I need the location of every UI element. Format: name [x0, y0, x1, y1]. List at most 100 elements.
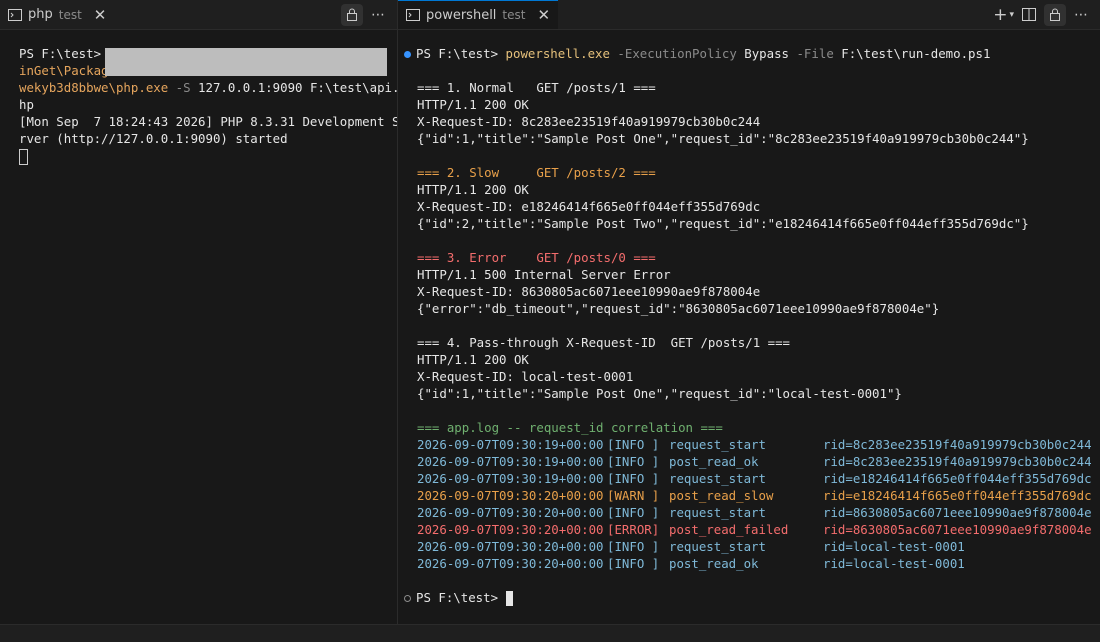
prompt-text: PS F:\test>: [416, 590, 506, 605]
log-rid: rid=local-test-0001: [823, 556, 965, 571]
status-bar: [0, 624, 1100, 642]
terminal-tabbar-left: php test ✕ ⋯: [0, 0, 397, 30]
http-status: HTTP/1.1 200 OK: [417, 97, 529, 112]
log-event: post_read_failed: [669, 522, 789, 537]
right-toolbar: + ▾ ⋯: [993, 0, 1088, 29]
command-exe-text: powershell.exe: [505, 46, 610, 61]
more-icon[interactable]: ⋯: [1074, 7, 1088, 23]
terminal-tabbar-right: powershell test ✕ + ▾ ⋯: [398, 0, 1100, 30]
log-timestamp: 2026-09-07T09:30:20+00:00: [417, 556, 604, 571]
add-icon[interactable]: +: [993, 5, 1007, 25]
terminal-line: PS F:\test>: [404, 589, 1100, 606]
log-level: [INFO ]: [607, 471, 660, 486]
log-timestamp: 2026-09-07T09:30:20+00:00: [417, 539, 604, 554]
response-body: {"error":"db_timeout","request_id":"8630…: [417, 301, 940, 316]
split-icon[interactable]: [1022, 8, 1036, 21]
lock-icon[interactable]: [1044, 3, 1066, 26]
request-id-header: X-Request-ID: 8630805ac6071eee10990ae9f8…: [417, 284, 761, 299]
response-body: {"id":1,"title":"Sample Post One","reque…: [417, 131, 1029, 146]
tab-powershell[interactable]: powershell test ✕: [398, 0, 559, 29]
command-flag-text: -ExecutionPolicy: [609, 46, 737, 61]
log-timestamp: 2026-09-07T09:30:19+00:00: [417, 437, 604, 452]
redacted-block: [105, 48, 387, 76]
terminal-cursor: [19, 148, 28, 165]
log-rid: rid=8630805ac6071eee10990ae9f878004e: [823, 505, 1092, 520]
log-level: [INFO ]: [607, 437, 660, 452]
log-event: request_start: [669, 539, 766, 554]
command-idle-dot-icon[interactable]: [404, 595, 411, 602]
log-row: 2026-09-07T09:30:20+00:00 [INFO ] request_…: [417, 504, 1100, 521]
log-row: 2026-09-07T09:30:19+00:00 [INFO ] post_rea…: [417, 453, 1100, 470]
log-timestamp: 2026-09-07T09:30:20+00:00: [417, 505, 604, 520]
command-arg-text: F:\test\run-demo.ps1: [833, 46, 991, 61]
response-body: {"id":1,"title":"Sample Post One","reque…: [417, 386, 902, 401]
log-level: [INFO ]: [607, 454, 660, 469]
server-log-text: [Mon Sep 7 18:24:43 2026] PHP 8.3.31 Dev…: [19, 114, 407, 129]
log-level: [INFO ]: [607, 539, 660, 554]
command-exe-text: wekyb3d8bbwe\php.exe: [19, 80, 169, 95]
command-arg-text: Bypass: [736, 46, 790, 61]
terminal-line: rver (http://127.0.0.1:9090) started: [19, 130, 397, 147]
log-timestamp: 2026-09-07T09:30:20+00:00: [417, 488, 604, 503]
left-toolbar: ⋯: [341, 0, 385, 29]
terminal-line: hp: [19, 96, 397, 113]
log-level: [INFO ]: [607, 556, 660, 571]
log-level: [WARN ]: [607, 488, 660, 503]
request-id-header: X-Request-ID: e18246414f665e0ff044eff355…: [417, 199, 761, 214]
log-event: request_start: [669, 471, 766, 486]
terminal-icon: [8, 8, 22, 21]
log-rid: rid=e18246414f665e0ff044eff355d769dc: [823, 488, 1092, 503]
log-level: [INFO ]: [607, 505, 660, 520]
command-arg-text: hp: [19, 97, 34, 112]
terminal-icon: [406, 9, 420, 21]
server-log-text: rver (http://127.0.0.1:9090) started: [19, 131, 288, 146]
command-flag-text: -File: [789, 46, 834, 61]
command-arg-text: 127.0.0.1:9090 F:\test\api.p: [198, 80, 407, 95]
log-rid: rid=8c283ee23519f40a919979cb30b0c244: [823, 454, 1092, 469]
log-section-header: === app.log -- request_id correlation ==…: [417, 420, 723, 435]
more-icon[interactable]: ⋯: [371, 7, 385, 23]
log-timestamp: 2026-09-07T09:30:19+00:00: [417, 454, 604, 469]
close-icon[interactable]: ✕: [537, 6, 550, 24]
terminal-output-right: PS F:\test> powershell.exe -ExecutionPol…: [404, 45, 1100, 606]
log-event: request_start: [669, 437, 766, 452]
log-event: request_start: [669, 505, 766, 520]
tab-powershell-name: powershell: [426, 7, 497, 23]
log-level: [ERROR]: [607, 522, 660, 537]
log-row: 2026-09-07T09:30:20+00:00 [INFO ] post_rea…: [417, 555, 1100, 572]
request-id-header: X-Request-ID: 8c283ee23519f40a919979cb30…: [417, 114, 761, 129]
tab-php[interactable]: php test ✕: [0, 0, 114, 29]
terminal-line: wekyb3d8bbwe\php.exe -S 127.0.0.1:9090 F…: [19, 79, 407, 96]
response-body: {"id":2,"title":"Sample Post Two","reque…: [417, 216, 1029, 231]
command-success-dot-icon[interactable]: [404, 51, 411, 58]
request-id-header: X-Request-ID: local-test-0001: [417, 369, 634, 384]
http-status: HTTP/1.1 200 OK: [417, 182, 529, 197]
close-icon[interactable]: ✕: [94, 6, 107, 24]
terminal-pane-php[interactable]: php test ✕ ⋯ PS F:\test> inGet\Packag we…: [0, 0, 407, 624]
log-timestamp: 2026-09-07T09:30:19+00:00: [417, 471, 604, 486]
log-event: post_read_ok: [669, 454, 759, 469]
log-rid: rid=8c283ee23519f40a919979cb30b0c244: [823, 437, 1092, 452]
log-rid: rid=local-test-0001: [823, 539, 965, 554]
http-status: HTTP/1.1 200 OK: [417, 352, 529, 367]
terminal-line: [Mon Sep 7 18:24:43 2026] PHP 8.3.31 Dev…: [19, 113, 407, 130]
section-header: === 1. Normal GET /posts/1 ===: [417, 80, 656, 95]
log-event: post_read_ok: [669, 556, 759, 571]
prompt-text: PS F:\test>: [416, 46, 506, 61]
log-row: 2026-09-07T09:30:20+00:00 [INFO ] request_…: [417, 538, 1100, 555]
section-header: === 4. Pass-through X-Request-ID GET /po…: [417, 335, 790, 350]
tab-php-desc: test: [58, 7, 82, 22]
log-row: 2026-09-07T09:30:19+00:00 [INFO ] request_…: [417, 436, 1100, 453]
log-rid: rid=8630805ac6071eee10990ae9f878004e: [823, 522, 1092, 537]
command-flag-text: -S: [168, 80, 199, 95]
log-table: 2026-09-07T09:30:19+00:00 [INFO ] request_…: [417, 436, 1100, 572]
chevron-down-icon[interactable]: ▾: [1009, 10, 1014, 20]
section-header: === 2. Slow GET /posts/2 ===: [417, 165, 656, 180]
terminal-pane-powershell[interactable]: powershell test ✕ + ▾ ⋯ PS F:\test> powe…: [398, 0, 1100, 624]
log-timestamp: 2026-09-07T09:30:20+00:00: [417, 522, 604, 537]
lock-icon[interactable]: [341, 3, 363, 26]
section-header: === 3. Error GET /posts/0 ===: [417, 250, 656, 265]
terminal-line: PS F:\test> powershell.exe -ExecutionPol…: [404, 45, 1100, 62]
terminal-cursor: [505, 591, 513, 606]
log-rid: rid=e18246414f665e0ff044eff355d769dc: [823, 471, 1092, 486]
